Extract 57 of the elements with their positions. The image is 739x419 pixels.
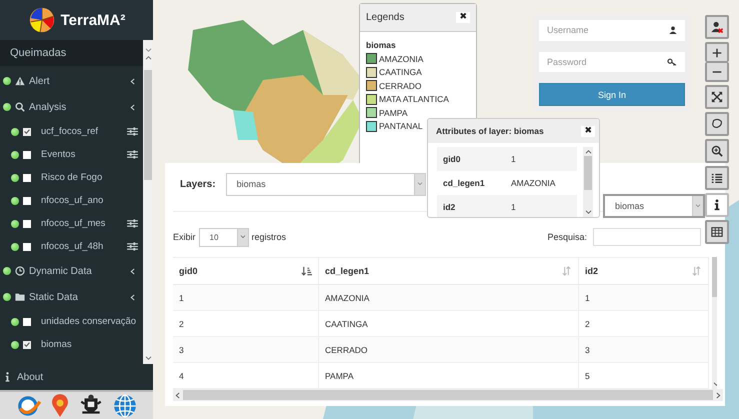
layer-label[interactable]: biomas (41, 339, 138, 350)
attribute-name: cd_legen1 (442, 178, 486, 188)
sign-in-button[interactable]: Sign In (539, 83, 685, 106)
legend-label: PAMPA (379, 108, 408, 118)
table-cell: 3 (173, 337, 319, 362)
legend-label: MATA ATLANTICA (379, 94, 449, 104)
close-button[interactable]: ✖ (456, 12, 470, 23)
table-cell: PAMPA (319, 363, 579, 388)
column-header[interactable]: gid0 (173, 258, 319, 284)
legend-layer-name: biomas (366, 40, 397, 50)
password-field[interactable]: Password (539, 52, 685, 72)
table-cell: 5 (579, 363, 709, 388)
table-cell: 4 (173, 363, 319, 388)
table-cell: 2 (173, 311, 319, 336)
project-name[interactable]: Queimadas (0, 40, 143, 66)
app-title: TerraMA² (60, 12, 126, 28)
records-label: registros (252, 232, 286, 242)
attribute-value: AMAZONIA (511, 178, 556, 188)
legend-label: AMAZONIA (379, 54, 424, 64)
table-cell: AMAZONIA (319, 285, 579, 310)
about-link[interactable]: About (17, 372, 44, 382)
group-label[interactable]: Analysis (29, 102, 126, 112)
layers-label: Layers: (180, 178, 216, 190)
attribute-name: id2 (442, 202, 456, 212)
table-cell: 1 (579, 285, 709, 310)
table-cell: 1 (173, 285, 319, 310)
layer-label[interactable]: Eventos (41, 149, 123, 160)
table-cell: CERRADO (319, 337, 579, 362)
legend-label: PANTANAL (379, 121, 423, 132)
attribute-value: 1 (511, 154, 516, 164)
legend-label: CAATINGA (379, 67, 422, 78)
layer-label[interactable]: nfocos_uf_ano (41, 195, 138, 206)
table-cell: 2 (579, 311, 709, 336)
show-label: Exibir (173, 232, 196, 242)
username-field[interactable]: Username (539, 20, 685, 41)
layer-label[interactable]: unidades conservação (41, 316, 138, 327)
layer-label[interactable]: ucf_focos_ref (41, 126, 123, 137)
search-label: Pesquisa: (547, 232, 587, 242)
column-header[interactable]: id2 (579, 258, 709, 284)
info-layer-select[interactable]: biomas (603, 194, 705, 218)
group-label[interactable]: Static Data (29, 292, 126, 302)
group-label[interactable]: Alert (29, 76, 126, 86)
attribute-value: 1 (511, 202, 516, 212)
attribute-name: gid0 (442, 154, 462, 164)
group-label[interactable]: Dynamic Data (29, 266, 126, 276)
layer-label[interactable]: nfocos_uf_mes (41, 218, 123, 229)
legend-label: CERRADO (379, 80, 422, 91)
close-button[interactable]: ✖ (581, 126, 595, 136)
page-size-select[interactable]: 10 (198, 228, 249, 246)
popup-title: Attributes of layer: biomas (436, 126, 544, 136)
column-header[interactable]: cd_legen1 (319, 258, 579, 284)
layer-label[interactable]: nfocos_uf_48h (41, 241, 123, 252)
panel-title: Legends (366, 12, 404, 23)
layer-label[interactable]: Risco de Fogo (41, 172, 138, 183)
layer-select[interactable]: biomas (226, 172, 426, 196)
table-cell: CAATINGA (319, 311, 579, 336)
table-cell: 3 (579, 337, 709, 362)
